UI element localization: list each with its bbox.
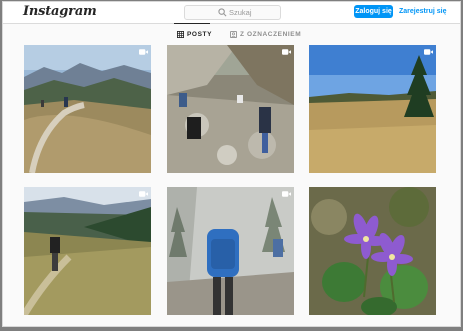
- browser-viewport: Instagram Zaloguj się Zarejestruj się PO…: [2, 1, 461, 327]
- tab-tagged[interactable]: Z OZNACZENIEM: [230, 28, 301, 40]
- video-icon: [139, 49, 148, 55]
- tab-posts[interactable]: POSTY: [173, 23, 213, 40]
- post-tile-3[interactable]: [309, 45, 436, 173]
- search-input[interactable]: [229, 6, 277, 19]
- post-image: [167, 187, 294, 315]
- video-icon: [282, 191, 291, 197]
- post-image: [309, 45, 436, 173]
- post-tile-6[interactable]: [309, 187, 436, 315]
- post-tile-5[interactable]: [167, 187, 294, 315]
- post-image: [24, 187, 151, 315]
- tab-tagged-label: Z OZNACZENIEM: [240, 30, 302, 38]
- video-icon: [139, 191, 148, 197]
- login-button[interactable]: Zaloguj się: [354, 5, 393, 18]
- instagram-logo[interactable]: Instagram: [23, 4, 97, 19]
- tag-icon: [230, 30, 237, 38]
- video-icon: [282, 49, 291, 55]
- search-box[interactable]: [184, 5, 281, 20]
- top-navigation-bar: Instagram Zaloguj się Zarejestruj się: [3, 2, 460, 24]
- tab-posts-label: POSTY: [187, 30, 213, 38]
- post-tile-2[interactable]: [167, 45, 294, 173]
- post-tile-1[interactable]: [24, 45, 151, 173]
- post-image: [309, 187, 436, 315]
- post-tile-4[interactable]: [24, 187, 151, 315]
- grid-icon: [177, 30, 184, 38]
- video-icon: [424, 49, 433, 55]
- search-icon: [218, 8, 227, 17]
- profile-tabs: POSTY Z OZNACZENIEM: [3, 23, 460, 44]
- signup-link[interactable]: Zarejestruj się: [399, 5, 446, 18]
- post-image: [24, 45, 151, 173]
- post-image: [167, 45, 294, 173]
